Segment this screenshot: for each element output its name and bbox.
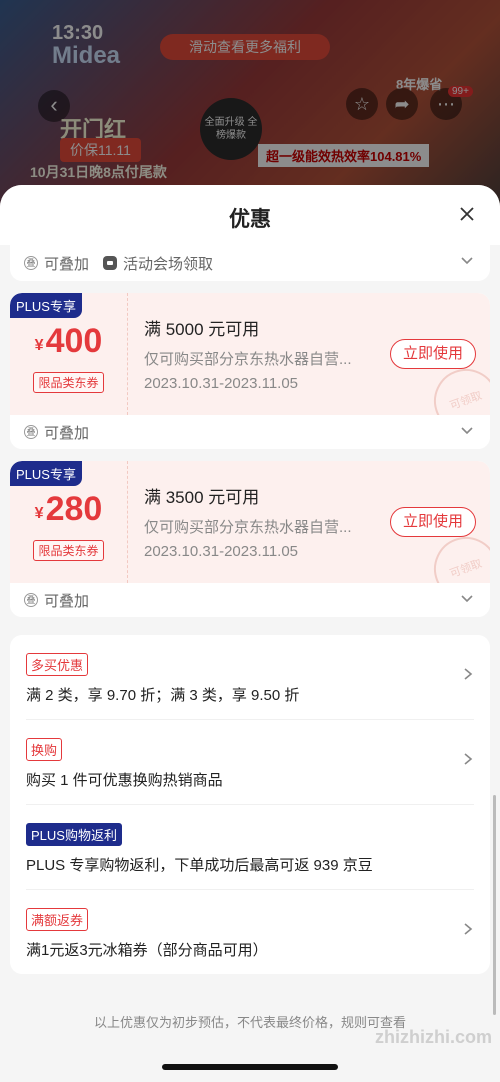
promo-text: 购买 1 件可优惠换购热销商品: [26, 772, 223, 789]
promo-text: 满1元返3元冰箱券（部分商品可用）: [26, 942, 268, 959]
favorite-star-icon[interactable]: ☆: [346, 88, 378, 120]
plus-tag: PLUS专享: [10, 293, 82, 318]
banner-price: 价保11.11: [60, 138, 141, 162]
amount-value: 280: [45, 490, 103, 528]
chevron-down-icon[interactable]: [460, 253, 474, 267]
promo-item-plus-rebate[interactable]: PLUS购物返利 PLUS 专享购物返利，下单成功后最高可返 939 京豆: [26, 805, 474, 890]
promo-item-coupon-return[interactable]: 满额返券 满1元返3元冰箱券（部分商品可用）: [26, 890, 474, 974]
coupon-footer[interactable]: 叠 可叠加: [10, 415, 490, 449]
promotions-card: 多买优惠 满 2 类，享 9.70 折；满 3 类，享 9.50 折 换购 购买…: [10, 635, 490, 974]
promo-item-trade-in[interactable]: 换购 购买 1 件可优惠换购热销商品: [26, 720, 474, 805]
brand-logo: Midea: [52, 42, 121, 69]
coupon-card: PLUS专享 ¥400 限品类东券 满 5000 元可用 仅可购买部分京东热水器…: [10, 293, 490, 449]
discount-sheet: 优惠 叠 可叠加 活动会场领取 PLUS专享 ¥400 限品类东券 满 5000…: [0, 185, 500, 1082]
stack-label: 可叠加: [44, 424, 90, 442]
promo-text: 满 2 类，享 9.70 折；满 3 类，享 9.50 折: [26, 687, 300, 704]
promo-tag: 换购: [26, 738, 63, 761]
plus-tag: PLUS专享: [10, 461, 82, 486]
use-now-button[interactable]: 立即使用: [390, 339, 476, 369]
coupon-info: 满 3500 元可用 仅可购买部分京东热水器自营... 2023.10.31-2…: [128, 461, 490, 611]
promo-item-multi-buy[interactable]: 多买优惠 满 2 类，享 9.70 折；满 3 类，享 9.50 折: [26, 635, 474, 720]
coupon-scope: 仅可购买部分京东热水器自营...: [144, 519, 352, 536]
coupon-body: PLUS专享 ¥280 限品类东券 满 3500 元可用 仅可购买部分京东热水器…: [10, 461, 490, 611]
stack-label: 可叠加: [44, 592, 90, 610]
efficiency-banner: 超一级能效热效率104.81%: [258, 144, 430, 167]
scrollbar[interactable]: [493, 795, 496, 1015]
stack-icon: 叠: [24, 256, 38, 270]
banner-tail: 10月31日晚8点付尾款: [30, 164, 167, 180]
stack-icon: 叠: [24, 593, 38, 607]
coupon-type-tag: 限品类东券: [33, 372, 104, 393]
coupon-list: 叠 可叠加 活动会场领取 PLUS专享 ¥400 限品类东券 满 5000 元可…: [0, 245, 500, 1031]
coupon-amount: ¥280: [35, 491, 103, 532]
coupon-body: PLUS专享 ¥400 限品类东券 满 5000 元可用 仅可购买部分京东热水器…: [10, 293, 490, 443]
promo-tag: 满额返券: [26, 908, 89, 931]
chevron-down-icon[interactable]: [460, 423, 474, 437]
promo-tag: PLUS购物返利: [26, 823, 122, 846]
chevron-down-icon[interactable]: [460, 591, 474, 605]
sheet-header: 优惠: [0, 185, 500, 245]
promo-pill[interactable]: 滑动查看更多福利: [160, 34, 330, 60]
promo-text: PLUS 专享购物返利，下单成功后最高可返 939 京豆: [26, 857, 373, 874]
use-now-button[interactable]: 立即使用: [390, 507, 476, 537]
coupon-footer[interactable]: 叠 可叠加 活动会场领取: [10, 245, 490, 281]
home-indicator[interactable]: [162, 1064, 338, 1070]
stack-icon: 叠: [24, 425, 38, 439]
coupon-condition: 满 5000 元可用: [144, 320, 260, 339]
chevron-right-icon: [464, 668, 473, 680]
promo-tag: 多买优惠: [26, 653, 89, 676]
coupon-scope: 仅可购买部分京东热水器自营...: [144, 351, 352, 368]
coupon-info: 满 5000 元可用 仅可购买部分京东热水器自营... 2023.10.31-2…: [128, 293, 490, 443]
source-label: 活动会场领取: [123, 255, 214, 273]
coupon-condition: 满 3500 元可用: [144, 488, 260, 507]
watermark: zhizhizhi.com: [375, 1027, 492, 1047]
close-icon[interactable]: [458, 205, 476, 223]
coupon-amount: ¥400: [35, 323, 103, 364]
stack-label: 可叠加: [44, 255, 90, 273]
venue-icon: [103, 256, 118, 270]
currency-symbol: ¥: [34, 505, 44, 522]
currency-symbol: ¥: [34, 337, 44, 354]
coupon-card: PLUS专享 ¥280 限品类东券 满 3500 元可用 仅可购买部分京东热水器…: [10, 461, 490, 617]
sheet-title: 优惠: [229, 208, 271, 231]
message-badge: 99+: [448, 86, 473, 97]
coupon-type-tag: 限品类东券: [33, 540, 104, 561]
chevron-right-icon: [464, 923, 473, 935]
coupon-footer[interactable]: 叠 可叠加: [10, 583, 490, 617]
chevron-right-icon: [464, 753, 473, 765]
share-icon[interactable]: ➦: [386, 88, 418, 120]
amount-value: 400: [45, 322, 103, 360]
cert-badge: 全面升级 全榜爆款: [200, 98, 262, 160]
